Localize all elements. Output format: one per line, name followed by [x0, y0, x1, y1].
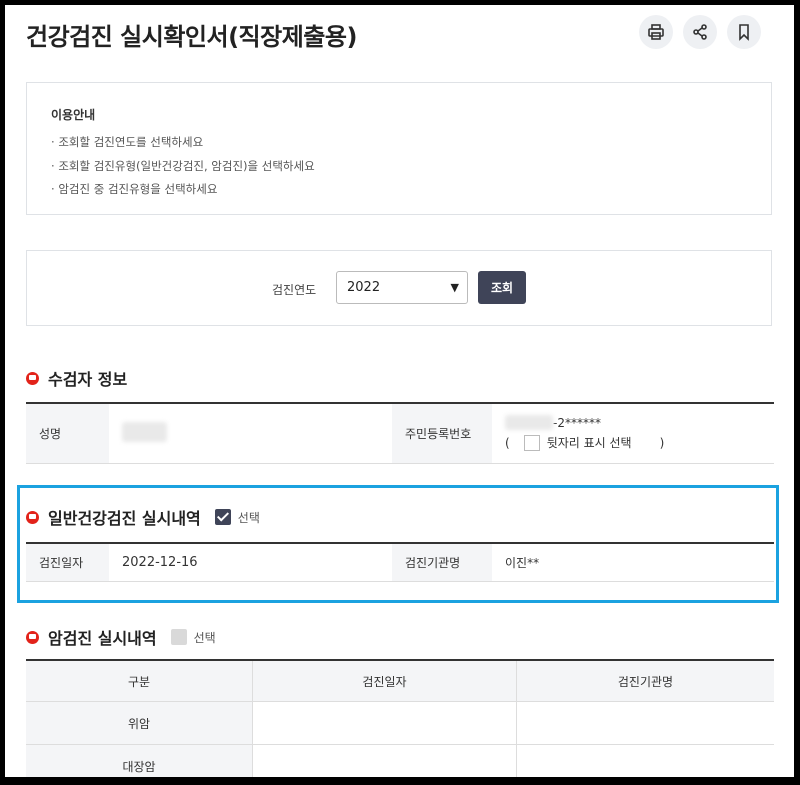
- share-icon: [693, 24, 707, 40]
- chevron-down-icon: ▼: [450, 281, 459, 294]
- cancer-type-cell: 대장암: [26, 744, 253, 777]
- cancer-date-cell: [252, 744, 517, 777]
- guide-box: 이용안내 조회할 검진연도를 선택하세요 조회할 검진유형(일반건강검진, 암검…: [26, 82, 772, 215]
- bookmark-button[interactable]: [727, 15, 761, 49]
- search-box: 검진연도 2022 ▼ 조회: [26, 250, 772, 326]
- search-button[interactable]: 조회: [478, 271, 526, 304]
- rrn-option-close: ): [659, 435, 665, 450]
- section-bullet-icon: [26, 371, 39, 385]
- cancer-header-type: 구분: [26, 660, 253, 702]
- cancer-section-title: 암검진 실시내역 선택: [26, 625, 216, 649]
- examinee-title: 수검자 정보: [48, 370, 128, 389]
- cancer-date-cell: [252, 701, 517, 745]
- cancer-select-checkbox[interactable]: [170, 629, 187, 645]
- cancer-org-cell: [516, 701, 774, 745]
- guide-item: 조회할 검진유형(일반건강검진, 암검진)을 선택하세요: [51, 155, 314, 179]
- cancer-type-cell: 위암: [26, 701, 253, 745]
- section-bullet-icon: [26, 630, 39, 644]
- name-value: [109, 403, 392, 464]
- cancer-table: 구분 검진일자 검진기관명 위암 대장암: [26, 659, 774, 777]
- year-select[interactable]: 2022 ▼: [336, 271, 468, 304]
- print-icon: [648, 24, 664, 40]
- rrn-option-label: 뒷자리 표시 선택: [546, 436, 632, 451]
- cancer-select-toggle[interactable]: 선택: [170, 629, 216, 646]
- rrn-suffix: -2******: [553, 415, 601, 430]
- name-blurred: [122, 421, 167, 442]
- guide-item: 조회할 검진연도를 선택하세요: [51, 131, 315, 155]
- table-row: 대장암: [26, 744, 774, 777]
- page-title: 건강검진 실시확인서(직장제출용): [26, 23, 357, 51]
- rrn-option-open: (: [505, 435, 510, 450]
- cancer-select-label: 선택: [193, 630, 216, 645]
- bookmark-icon: [739, 24, 749, 41]
- guide-title: 이용안내: [51, 108, 96, 122]
- cancer-org-cell: [516, 744, 774, 777]
- guide-list: 조회할 검진연도를 선택하세요 조회할 검진유형(일반건강검진, 암검진)을 선…: [51, 131, 315, 202]
- rrn-blurred: [505, 415, 553, 431]
- cancer-header-date: 검진일자: [252, 660, 517, 702]
- guide-item: 암검진 중 검진유형을 선택하세요: [51, 178, 315, 202]
- examinee-table: 성명 주민등록번호 -2****** ( 뒷자리 표시 선택 ): [26, 402, 774, 464]
- year-select-value: 2022: [347, 280, 381, 295]
- name-label: 성명: [26, 403, 109, 464]
- cancer-header-org: 검진기관명: [516, 660, 774, 702]
- share-button[interactable]: [683, 15, 717, 49]
- examinee-section-title: 수검자 정보: [26, 366, 127, 390]
- cancer-title: 암검진 실시내역: [48, 629, 157, 648]
- rrn-label: 주민등록번호: [392, 403, 492, 464]
- year-label: 검진연도: [272, 283, 317, 297]
- table-row: 위암: [26, 701, 774, 745]
- print-button[interactable]: [639, 15, 673, 49]
- page-frame: 건강검진 실시확인서(직장제출용) 이용안내 조회할 검진연도를 선택하세요 조…: [5, 5, 794, 777]
- general-highlight-box: [17, 485, 779, 603]
- rrn-option-checkbox[interactable]: [523, 434, 540, 451]
- top-actions: [639, 15, 761, 49]
- rrn-value: -2****** ( 뒷자리 표시 선택 ): [492, 403, 774, 464]
